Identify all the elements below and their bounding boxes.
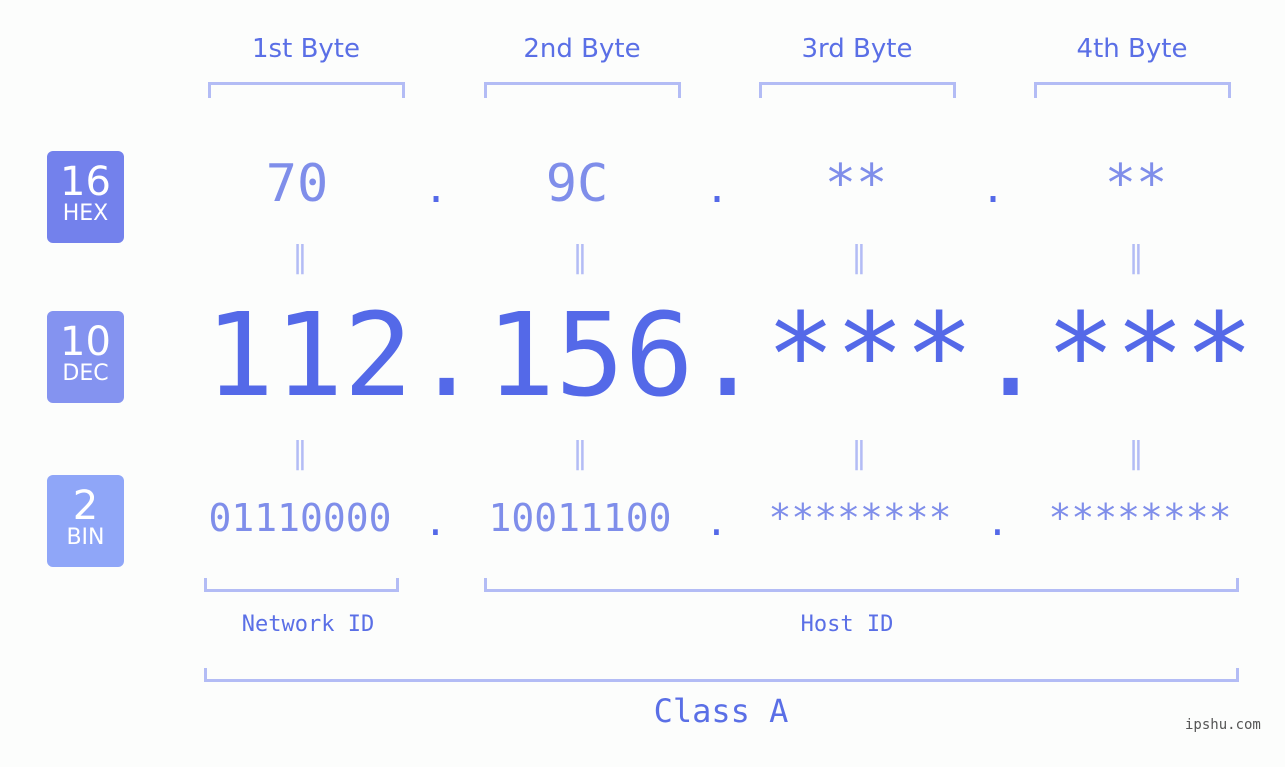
class-label: Class A	[653, 692, 789, 730]
equals-icon: ‖	[1128, 240, 1144, 275]
equals-icon: ‖	[572, 436, 588, 471]
watermark: ipshu.com	[1185, 717, 1261, 733]
hex-separator-1: .	[424, 166, 449, 212]
dec-value-1: 112	[205, 289, 413, 423]
bin-value-4: ********	[1048, 496, 1232, 540]
dec-badge: 10 DEC	[47, 311, 124, 403]
hex-value-2: 9C	[545, 154, 609, 214]
bin-badge-number: 2	[72, 483, 99, 529]
hex-value-4: **	[1104, 154, 1168, 214]
byte-header-3: 3rd Byte	[801, 34, 913, 64]
equals-icon: ‖	[851, 436, 867, 471]
dec-separator-1: .	[412, 289, 482, 423]
host-id-label: Host ID	[800, 612, 894, 637]
bin-separator-1: .	[424, 500, 447, 544]
equals-icon: ‖	[292, 240, 308, 275]
equals-icon: ‖	[292, 436, 308, 471]
hex-badge-number: 16	[60, 159, 111, 205]
equals-icon: ‖	[572, 240, 588, 275]
hex-value-3: **	[824, 154, 888, 214]
hex-badge: 16 HEX	[47, 151, 124, 243]
network-id-label: Network ID	[241, 612, 375, 637]
byte-bracket-1	[208, 82, 405, 98]
byte-bracket-3	[759, 82, 956, 98]
class-bracket	[204, 668, 1239, 682]
byte-bracket-4	[1034, 82, 1231, 98]
bin-badge-label: BIN	[66, 525, 105, 550]
hex-value-1: 70	[265, 154, 329, 214]
hex-badge-label: HEX	[62, 201, 109, 226]
bin-separator-2: .	[705, 500, 728, 544]
equals-icon: ‖	[851, 240, 867, 275]
dec-badge-number: 10	[60, 319, 111, 365]
bin-badge: 2 BIN	[47, 475, 124, 567]
bin-value-2: 10011100	[488, 496, 672, 540]
dec-badge-label: DEC	[62, 361, 109, 386]
dec-separator-3: .	[976, 289, 1046, 423]
byte-header-1: 1st Byte	[252, 34, 360, 64]
dec-separator-2: .	[693, 289, 763, 423]
byte-header-2: 2nd Byte	[523, 34, 641, 64]
bin-value-1: 01110000	[208, 496, 392, 540]
hex-separator-3: .	[981, 166, 1006, 212]
byte-header-4: 4th Byte	[1076, 34, 1188, 64]
byte-bracket-2	[484, 82, 681, 98]
dec-value-3: ***	[766, 289, 974, 423]
hex-separator-2: .	[705, 166, 730, 212]
network-bracket	[204, 578, 399, 592]
dec-value-2: 156	[486, 289, 694, 423]
equals-icon: ‖	[1128, 436, 1144, 471]
dec-value-4: ***	[1046, 289, 1254, 423]
bin-separator-3: .	[986, 500, 1009, 544]
bin-value-3: ********	[768, 496, 952, 540]
host-bracket	[484, 578, 1239, 592]
